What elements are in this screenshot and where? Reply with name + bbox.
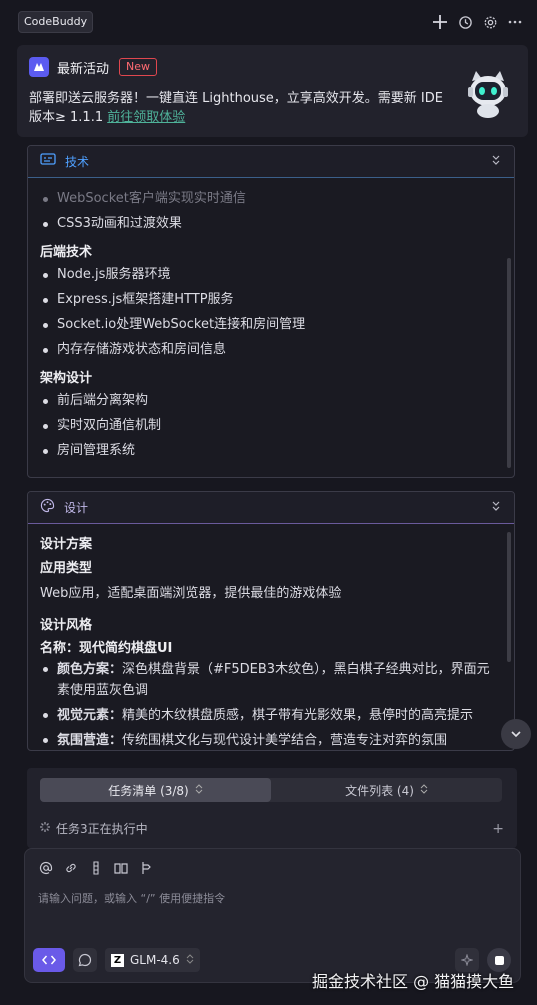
task-status-text: 任务3正在执行中: [56, 822, 148, 836]
list-item: 视觉元素：精美的木纹棋盘质感，棋子带有光影效果，悬停时的高亮提示: [40, 705, 498, 726]
banner-head: 最新活动 New: [29, 57, 516, 77]
task-area: 任务清单 (3/8) 文件列表 (4) 任务3正在执行中 +: [27, 768, 517, 848]
frontend-list: WebSocket客户端实现实时通信 CSS3动画和过渡效果: [40, 186, 502, 236]
new-badge: New: [119, 58, 158, 76]
history-icon[interactable]: [457, 14, 473, 30]
scroll-down-button[interactable]: [501, 719, 531, 749]
chat-mode-button[interactable]: [73, 948, 97, 972]
chevron-updown-icon: [420, 783, 428, 797]
list-item: Socket.io处理WebSocket连接和房间管理: [40, 312, 502, 337]
backend-list: Node.js服务器环境 Express.js框架搭建HTTP服务 Socket…: [40, 262, 502, 362]
tech-panel-body: WebSocket客户端实现实时通信 CSS3动画和过渡效果 后端技术 Node…: [28, 178, 514, 473]
spinner-icon: [39, 821, 51, 836]
item-label: 氛围营造：: [57, 733, 123, 748]
gear-icon[interactable]: [482, 14, 498, 30]
list-item: WebSocket客户端实现实时通信: [40, 186, 502, 211]
list-item: CSS3动画和过渡效果: [40, 211, 502, 236]
stop-icon: [494, 955, 504, 965]
tab-tasks[interactable]: 任务清单 (3/8): [40, 778, 271, 802]
list-item: Express.js框架搭建HTTP服务: [40, 287, 502, 312]
design-panel-title: 设计: [64, 501, 89, 515]
item-text: 传统围棋文化与现代设计美学结合，营造专注对弈的氛围: [122, 733, 448, 748]
design-panel-header[interactable]: 设计: [28, 492, 514, 524]
arch-list: 前后端分离架构 实时双向通信机制 房间管理系统: [40, 388, 502, 463]
list-item: 颜色方案：深色棋盘背景（#F5DEB3木纹色），黑白棋子经典对比，界面元素使用蓝…: [40, 659, 498, 701]
list-item: 实时双向通信机制: [40, 413, 502, 438]
arch-heading: 架构设计: [40, 371, 93, 386]
item-label: 视觉元素：: [57, 708, 123, 723]
banner-link[interactable]: 前往领取体验: [107, 110, 185, 125]
chat-input[interactable]: 请输入问题，或输入 “/” 使用便捷指令: [38, 890, 225, 906]
app-tab[interactable]: CodeBuddy: [18, 11, 94, 33]
add-task-icon[interactable]: +: [492, 821, 504, 837]
design-panel-body: 设计方案 应用类型 Web应用，适配桌面端浏览器，提供最佳的游戏体验 设计风格 …: [28, 524, 514, 750]
top-bar: CodeBuddy: [0, 0, 537, 44]
tab-files[interactable]: 文件列表 (4): [271, 778, 502, 802]
rules-icon[interactable]: [139, 861, 153, 879]
promo-banner: 最新活动 New 部署即送云服务器！一键直连 Lighthouse，立享高效开发…: [17, 45, 528, 137]
backend-heading: 后端技术: [40, 245, 93, 260]
task-tabs: 任务清单 (3/8) 文件列表 (4): [40, 778, 502, 802]
tech-panel-title: 技术: [65, 155, 90, 169]
list-item: 房间管理系统: [40, 438, 502, 463]
scrollbar[interactable]: [507, 258, 511, 468]
more-icon[interactable]: [507, 14, 523, 30]
app-type-heading: 应用类型: [40, 561, 93, 576]
banner-body: 部署即送云服务器！一键直连 Lighthouse，立享高效开发。需要新 IDE …: [29, 91, 443, 125]
list-item: 内存存储游戏状态和房间信息: [40, 337, 502, 362]
tab-files-label: 文件列表 (4): [345, 783, 414, 798]
link-icon[interactable]: [64, 861, 78, 879]
top-actions: [432, 14, 523, 30]
chip-icon: [40, 152, 56, 171]
palette-icon: [40, 498, 55, 517]
composer-tools: [39, 861, 153, 879]
list-item: Node.js服务器环境: [40, 262, 502, 287]
banner-text: 部署即送云服务器！一键直连 Lighthouse，立享高效开发。需要新 IDE …: [29, 89, 459, 127]
list-item: 前后端分离架构: [40, 388, 502, 413]
item-label: 颜色方案：: [57, 662, 123, 677]
item-text: 深色棋盘背景（#F5DEB3木纹色），黑白棋子经典对比，界面元素使用蓝灰色调: [57, 662, 490, 698]
zhipu-logo-icon: Z: [111, 953, 124, 967]
collapse-icon[interactable]: [490, 500, 502, 516]
watermark: 掘金技术社区 @ 猫猫摸大鱼: [312, 972, 515, 991]
model-name: GLM-4.6: [130, 953, 180, 967]
tech-panel: 技术 WebSocket客户端实现实时通信 CSS3动画和过渡效果 后端技术 N…: [27, 145, 515, 478]
item-text: 精美的木纹棋盘质感，棋子带有光影效果，悬停时的高亮提示: [122, 708, 474, 723]
collapse-icon[interactable]: [490, 154, 502, 170]
style-heading: 设计风格: [40, 618, 93, 633]
app-type-text: Web应用，适配桌面端浏览器，提供最佳的游戏体验: [40, 586, 342, 601]
code-mode-button[interactable]: [33, 948, 65, 972]
plus-icon[interactable]: [432, 14, 448, 30]
at-mention-icon[interactable]: [39, 861, 53, 879]
design-panel: 设计 设计方案 应用类型 Web应用，适配桌面端浏览器，提供最佳的游戏体验 设计…: [27, 491, 515, 751]
scrollbar[interactable]: [507, 532, 511, 662]
style-list: 颜色方案：深色棋盘背景（#F5DEB3木纹色），黑白棋子经典对比，界面元素使用蓝…: [40, 659, 502, 750]
chat-composer: 请输入问题，或输入 “/” 使用便捷指令 Z GLM-4.6: [24, 848, 521, 983]
scheme-heading: 设计方案: [40, 537, 93, 552]
book-icon[interactable]: [114, 861, 128, 879]
banner-title: 最新活动: [57, 61, 110, 77]
list-item: 氛围营造：传统围棋文化与现代设计美学结合，营造专注对弈的氛围: [40, 730, 498, 750]
robot-mascot-icon: [462, 67, 514, 119]
chevron-updown-icon: [186, 953, 194, 967]
codebuddy-logo-icon: [29, 57, 49, 77]
figma-icon[interactable]: [89, 861, 103, 879]
tech-panel-header[interactable]: 技术: [28, 146, 514, 178]
model-selector[interactable]: Z GLM-4.6: [105, 948, 200, 972]
chevron-updown-icon: [195, 783, 203, 797]
style-name: 名称：现代简约棋盘UI: [40, 641, 173, 656]
task-status-row: 任务3正在执行中 +: [39, 820, 504, 837]
tab-tasks-label: 任务清单 (3/8): [108, 783, 189, 798]
